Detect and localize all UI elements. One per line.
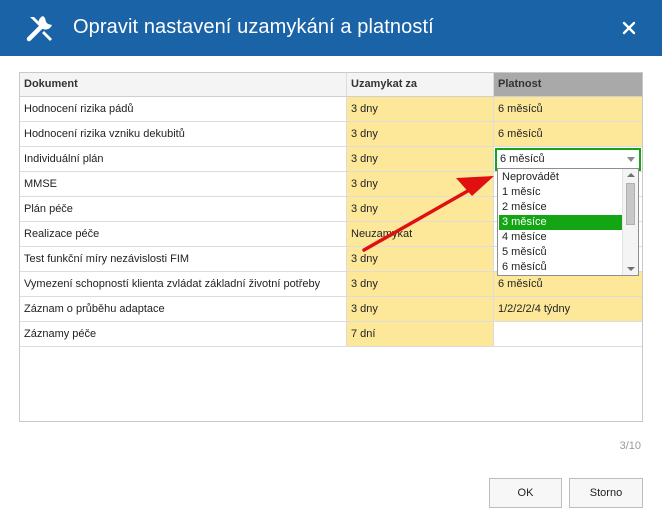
cell-platnost[interactable]: 1/2/2/2/4 týdny xyxy=(494,297,642,322)
chevron-down-icon[interactable] xyxy=(627,157,635,162)
cell-uzamykat[interactable]: 3 dny xyxy=(347,172,494,197)
cell-dokument[interactable]: Hodnocení rizika vzniku dekubitů xyxy=(20,122,347,147)
tools-icon xyxy=(26,16,52,42)
cancel-button[interactable]: Storno xyxy=(569,478,643,508)
scroll-down-icon[interactable] xyxy=(627,267,635,271)
scroll-up-icon[interactable] xyxy=(627,173,635,177)
cell-uzamykat[interactable]: 3 dny xyxy=(347,247,494,272)
cell-dokument[interactable]: Vymezení schopností klienta zvládat zákl… xyxy=(20,272,347,297)
cell-platnost[interactable]: 6 měsíců xyxy=(494,97,642,122)
cell-dokument[interactable]: Hodnocení rizika pádů xyxy=(20,97,347,122)
cell-platnost[interactable] xyxy=(494,322,642,347)
cell-uzamykat[interactable]: 3 dny xyxy=(347,122,494,147)
combo-value: 6 měsíců xyxy=(500,153,545,165)
dropdown-option[interactable]: 4 měsíce xyxy=(499,230,622,245)
cell-platnost[interactable]: 6 měsíců xyxy=(494,122,642,147)
page-indicator: 3/10 xyxy=(619,440,641,452)
cell-uzamykat[interactable]: 3 dny xyxy=(347,97,494,122)
dropdown-option-selected[interactable]: 3 měsíce xyxy=(499,215,622,230)
cell-uzamykat[interactable]: 7 dní xyxy=(347,322,494,347)
cell-dokument[interactable]: Individuální plán xyxy=(20,147,347,172)
table-row[interactable]: Hodnocení rizika pádů 3 dny 6 měsíců xyxy=(20,97,642,122)
cell-dokument[interactable]: Plán péče xyxy=(20,197,347,222)
table-row[interactable]: Záznamy péče 7 dní xyxy=(20,322,642,347)
column-header-platnost[interactable]: Platnost xyxy=(494,73,642,97)
table-header: Dokument Uzamykat za Platnost xyxy=(20,73,642,98)
dropdown-option[interactable]: 1 měsíc xyxy=(499,185,622,200)
cell-dokument[interactable]: Záznamy péče xyxy=(20,322,347,347)
cell-dokument[interactable]: MMSE xyxy=(20,172,347,197)
edit-lock-validity-dialog: Opravit nastavení uzamykání a platností … xyxy=(0,0,662,524)
dropdown-option[interactable]: Neprovádět xyxy=(499,170,622,185)
dropdown-option[interactable]: 2 měsíce xyxy=(499,200,622,215)
dropdown-option[interactable]: 6 měsíců xyxy=(499,260,622,275)
title-bar: Opravit nastavení uzamykání a platností xyxy=(0,0,662,56)
scrollbar-thumb[interactable] xyxy=(626,183,635,225)
platnost-dropdown-list[interactable]: Neprovádět 1 měsíc 2 měsíce 3 měsíce 4 m… xyxy=(497,168,639,276)
cell-uzamykat[interactable]: 3 dny xyxy=(347,197,494,222)
column-header-dokument[interactable]: Dokument xyxy=(20,73,347,97)
cell-dokument[interactable]: Test funkční míry nezávislosti FIM xyxy=(20,247,347,272)
cell-dokument[interactable]: Záznam o průběhu adaptace xyxy=(20,297,347,322)
dialog-title: Opravit nastavení uzamykání a platností xyxy=(73,16,434,38)
cell-dokument[interactable]: Realizace péče xyxy=(20,222,347,247)
cell-uzamykat[interactable]: 3 dny xyxy=(347,147,494,172)
cell-uzamykat[interactable]: 3 dny xyxy=(347,272,494,297)
table-row[interactable]: Záznam o průběhu adaptace 3 dny 1/2/2/2/… xyxy=(20,297,642,322)
ok-button[interactable]: OK xyxy=(489,478,562,508)
dropdown-option[interactable]: 5 měsíců xyxy=(499,245,622,260)
dropdown-scrollbar[interactable] xyxy=(622,169,638,275)
cell-uzamykat[interactable]: Neuzamykat xyxy=(347,222,494,247)
close-icon[interactable] xyxy=(618,17,640,39)
table-row[interactable]: Hodnocení rizika vzniku dekubitů 3 dny 6… xyxy=(20,122,642,147)
cell-uzamykat[interactable]: 3 dny xyxy=(347,297,494,322)
column-header-uzamykat[interactable]: Uzamykat za xyxy=(347,73,494,97)
